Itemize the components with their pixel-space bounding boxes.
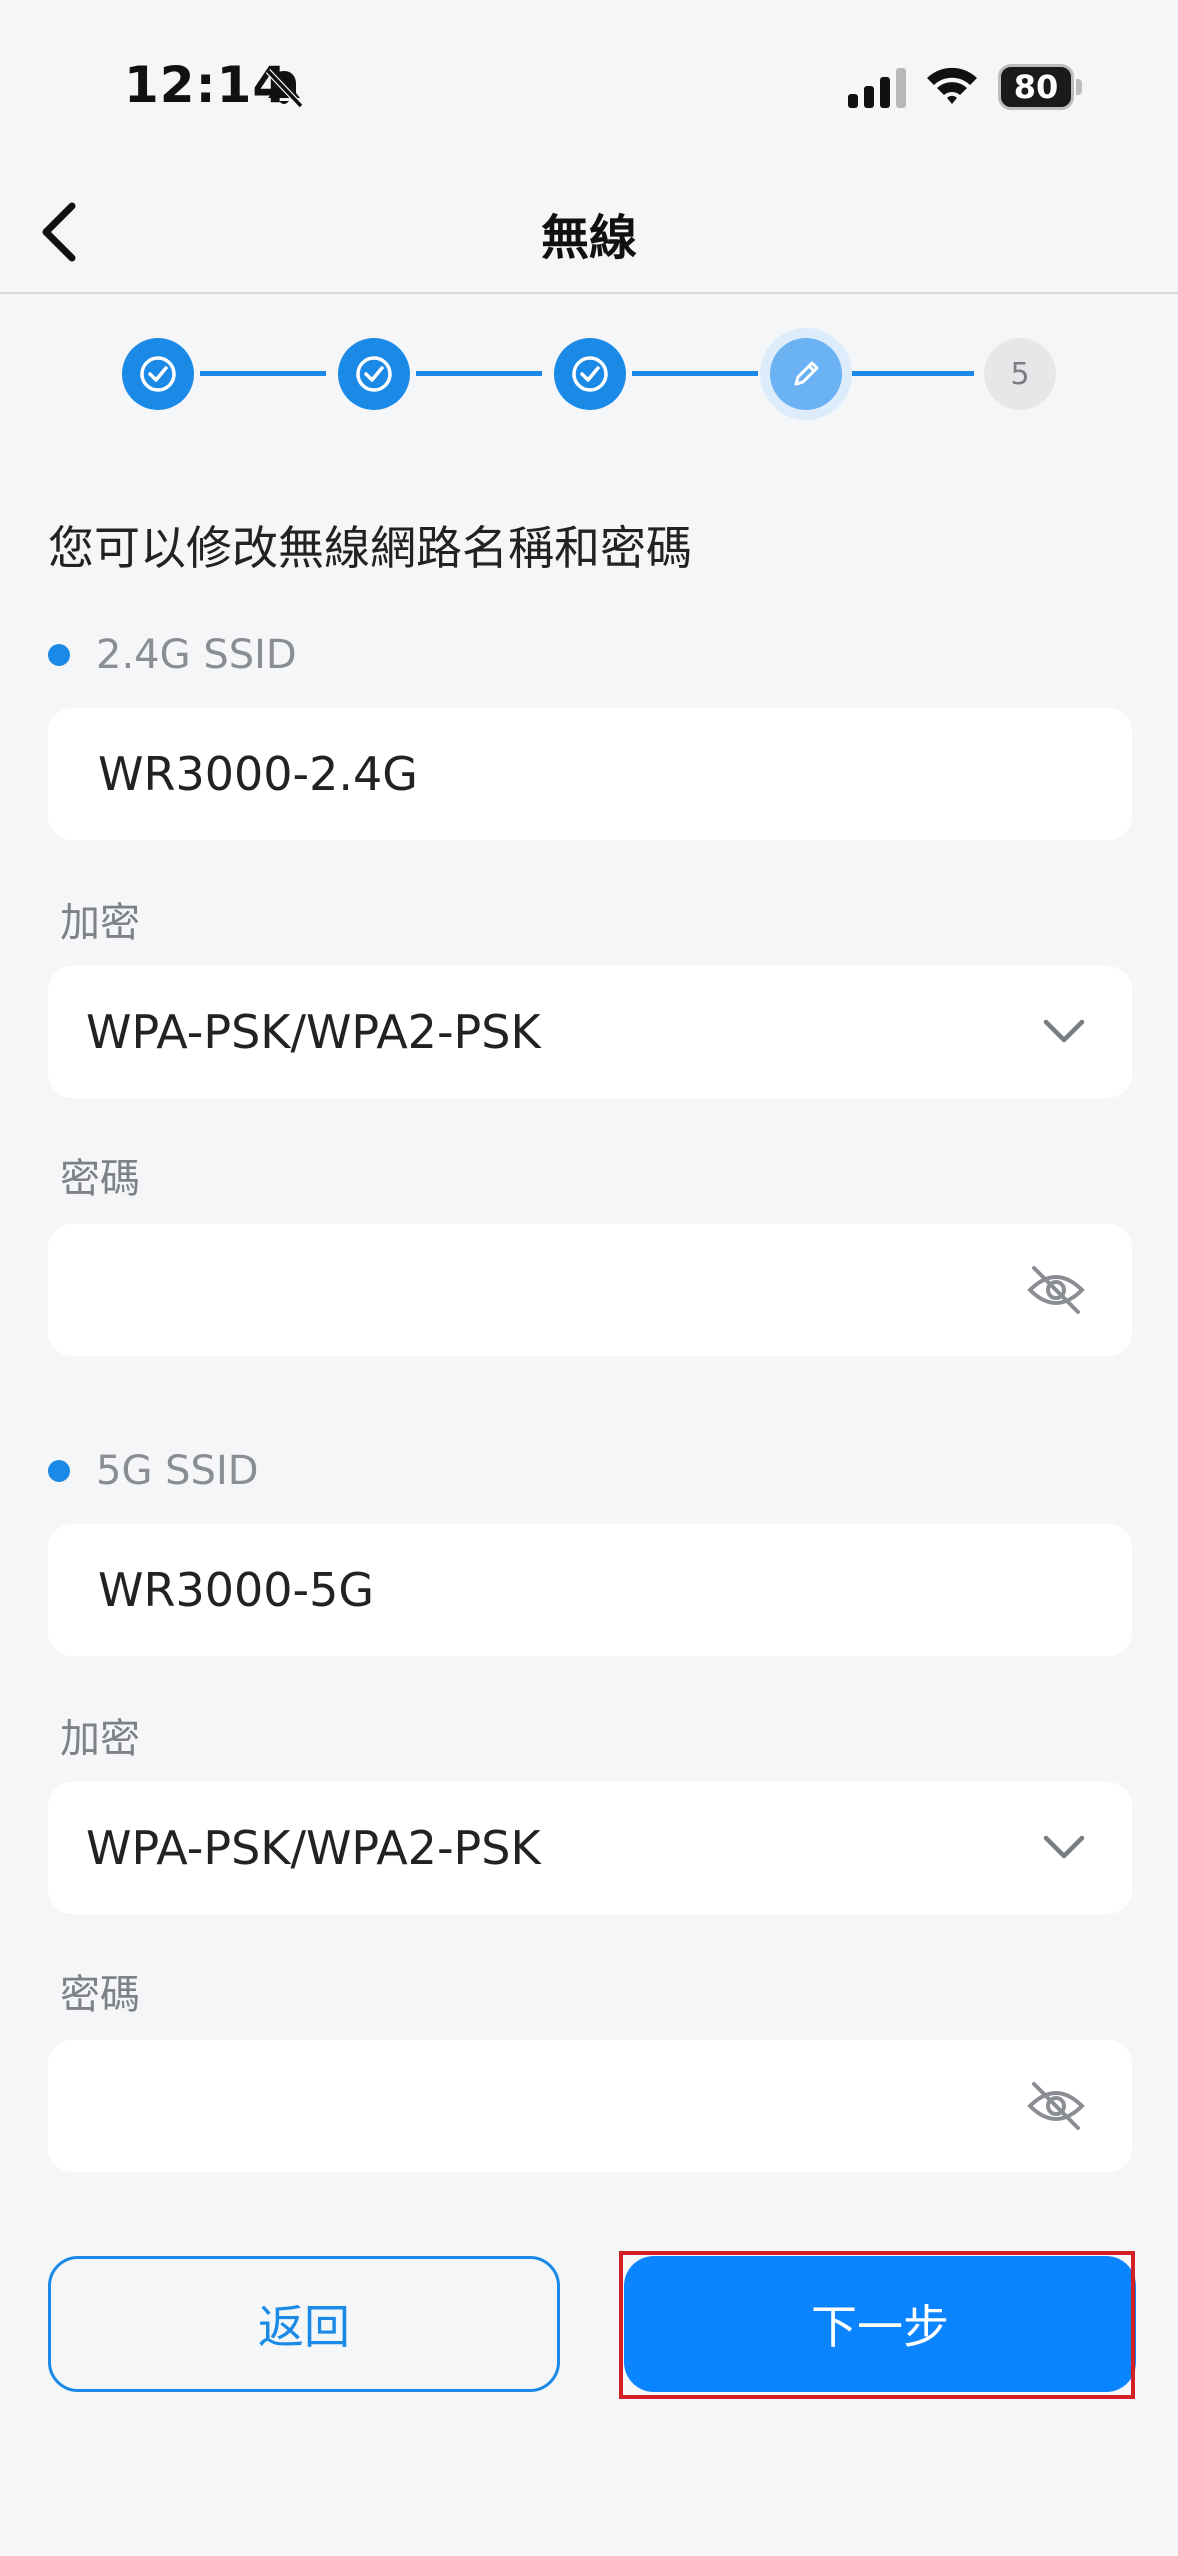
password-label-24g: 密碼 (60, 1156, 140, 1202)
encryption-label-5g: 加密 (60, 1716, 140, 1762)
status-bar: 12:14 80 (0, 0, 1178, 170)
pencil-icon (794, 361, 819, 386)
section-dot (48, 1460, 70, 1482)
encryption-24g-select[interactable]: WPA-PSK/WPA2-PSK (48, 966, 1132, 1098)
back-button[interactable]: 返回 (48, 2256, 560, 2392)
section-label-text: 2.4G SSID (96, 632, 297, 678)
encryption-24g-value: WPA-PSK/WPA2-PSK (86, 1005, 541, 1059)
page-title: 無線 (540, 210, 637, 266)
step-connector (852, 371, 974, 376)
navigation-bar: 無線 (0, 170, 1178, 294)
password-24g-input[interactable] (48, 1224, 1132, 1356)
password-5g-input[interactable] (48, 2040, 1132, 2172)
ssid-24g-input[interactable]: WR3000-2.4G (48, 708, 1132, 840)
battery-icon: 80 (998, 64, 1082, 110)
ssid-24g-value: WR3000-2.4G (98, 747, 418, 801)
step-4-current (770, 338, 842, 410)
chevron-down-icon (1043, 1019, 1085, 1043)
chevron-down-icon (1043, 1835, 1085, 1859)
eye-slash-toggle-5g[interactable] (1026, 2078, 1086, 2134)
encryption-5g-select[interactable]: WPA-PSK/WPA2-PSK (48, 1782, 1132, 1914)
battery-level: 80 (1013, 68, 1059, 106)
step-connector (200, 371, 326, 376)
eye-slash-icon (1027, 1266, 1085, 1314)
step-connector (632, 371, 758, 376)
wireless-setup-page: 12:14 80 無線 5 您可以修改無線網路名稱和密碼 2.4G SSID W… (0, 0, 1178, 2556)
section-label-text: 5G SSID (96, 1448, 259, 1494)
progress-stepper: 5 (0, 320, 1178, 430)
step-connector (416, 371, 542, 376)
check-circle-icon (140, 356, 176, 392)
eye-slash-toggle-24g[interactable] (1026, 1262, 1086, 1318)
bell-slash-icon (265, 68, 304, 109)
wifi-icon (927, 67, 977, 104)
highlight-box (619, 2251, 1135, 2399)
check-circle-icon (572, 356, 608, 392)
ssid-5g-value: WR3000-5G (98, 1563, 375, 1617)
step-3 (554, 338, 626, 410)
encryption-5g-value: WPA-PSK/WPA2-PSK (86, 1821, 541, 1875)
cellular-signal-icon (848, 68, 906, 108)
encryption-label-24g: 加密 (60, 900, 140, 946)
ssid-5g-input[interactable]: WR3000-5G (48, 1524, 1132, 1656)
section-label-5g: 5G SSID (48, 1448, 259, 1494)
section-dot (48, 644, 70, 666)
step-5: 5 (984, 338, 1056, 410)
step-1 (122, 338, 194, 410)
eye-slash-icon (1027, 2082, 1085, 2130)
password-label-5g: 密碼 (60, 1972, 140, 2018)
step-2 (338, 338, 410, 410)
section-label-24g: 2.4G SSID (48, 632, 297, 678)
check-circle-icon (356, 356, 392, 392)
instruction-text: 您可以修改無線網路名稱和密碼 (48, 521, 692, 575)
